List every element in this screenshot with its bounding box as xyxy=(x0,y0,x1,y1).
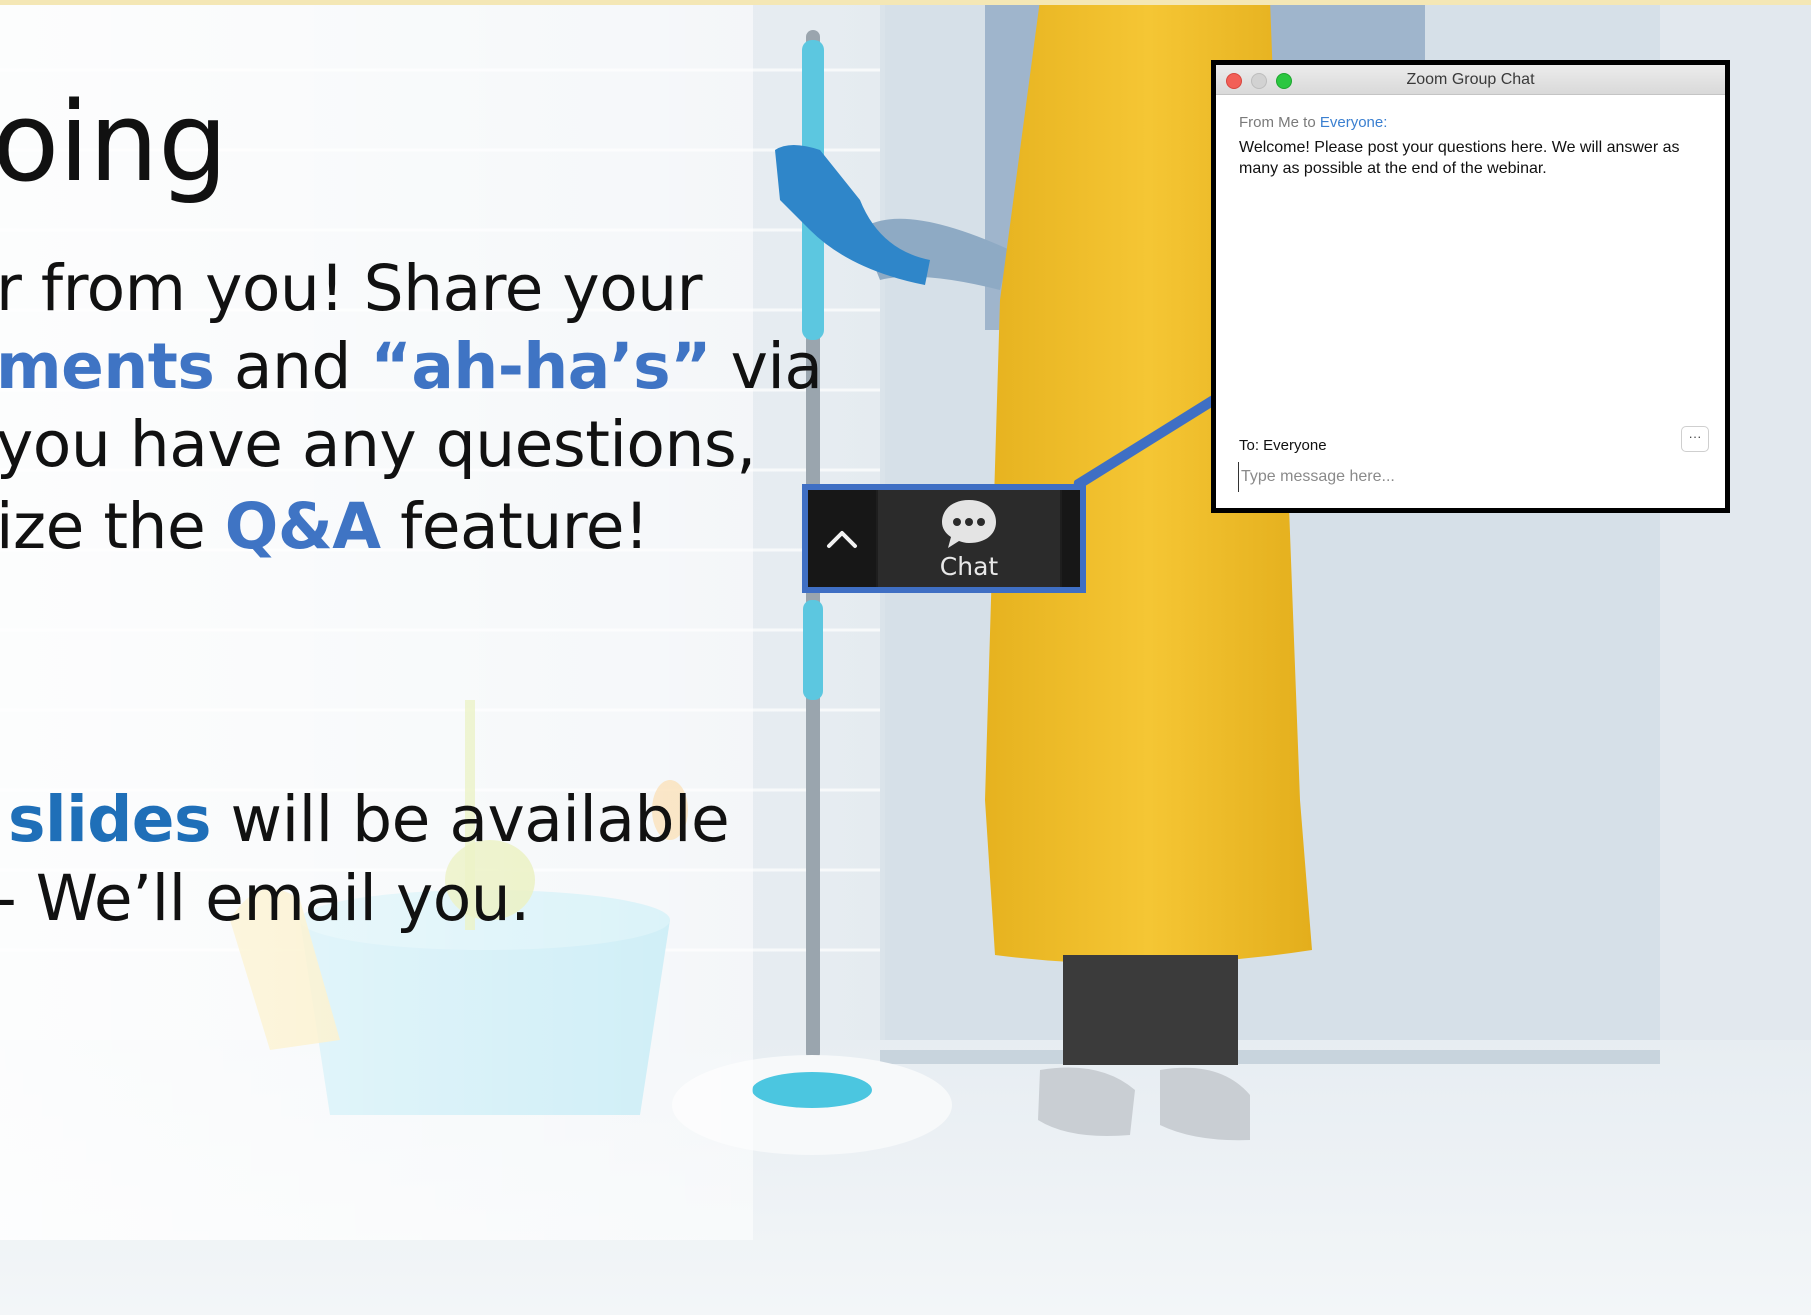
para2-line2: - We’ll email you. xyxy=(0,862,530,935)
para2-line1-text: will be available xyxy=(211,783,730,856)
zoom-group-chat-window: Zoom Group Chat From Me to Everyone: Wel… xyxy=(1211,60,1730,513)
para1-line4-end: feature! xyxy=(380,490,649,563)
message-from: From Me to xyxy=(1239,114,1320,131)
para1-line1: r from you! Share your xyxy=(0,252,703,325)
recipient-selector[interactable]: To: Everyone xyxy=(1239,437,1327,454)
para1-line2-via: via xyxy=(711,330,823,403)
para1-line4: ize the Q&A feature! xyxy=(0,490,649,563)
para1-line4-start: ize the xyxy=(0,490,225,563)
message-header: From Me to Everyone: xyxy=(1239,114,1387,131)
ah-has-highlight: “ah-ha’s” xyxy=(370,330,712,403)
more-options-button[interactable]: ··· xyxy=(1681,426,1709,452)
qa-highlight: Q&A xyxy=(224,490,381,563)
window-title: Zoom Group Chat xyxy=(1406,71,1535,88)
slides-highlight: slides xyxy=(8,783,212,856)
expand-options-button[interactable] xyxy=(808,490,876,587)
para1-line3-text: you have any questions, xyxy=(0,408,756,481)
para1-line3: you have any questions, xyxy=(0,408,756,481)
comments-highlight: ments xyxy=(0,330,215,403)
slide-title-fragment: oing xyxy=(0,78,228,206)
chat-window-body: Zoom Group Chat From Me to Everyone: Wel… xyxy=(1216,65,1725,508)
toolbar-edge xyxy=(1062,490,1080,587)
slide-canvas: oing r from you! Share your ments and “a… xyxy=(0,0,1811,1315)
slide-title-text: oing xyxy=(0,78,228,206)
toolbar-segment: Chat xyxy=(808,490,1080,587)
window-titlebar[interactable]: Zoom Group Chat xyxy=(1216,65,1725,95)
chat-toolbar-callout: Chat xyxy=(802,484,1086,593)
message-body: Welcome! Please post your questions here… xyxy=(1239,139,1680,177)
para2-line2-text: - We’ll email you. xyxy=(0,862,530,935)
top-accent-strip xyxy=(0,0,1811,5)
chevron-up-icon xyxy=(827,530,857,548)
chat-button-label: Chat xyxy=(939,552,999,581)
para1-line2: ments and “ah-ha’s” via xyxy=(0,330,823,403)
speech-bubble-icon xyxy=(942,500,996,548)
message-input[interactable] xyxy=(1238,462,1701,492)
para1-line1-text: r from you! Share your xyxy=(0,252,703,325)
chat-button[interactable]: Chat xyxy=(878,490,1060,587)
para1-line2-and: and xyxy=(214,330,371,403)
para2-line1: slides will be available xyxy=(8,783,730,856)
message-recipient-link[interactable]: Everyone: xyxy=(1320,114,1388,131)
